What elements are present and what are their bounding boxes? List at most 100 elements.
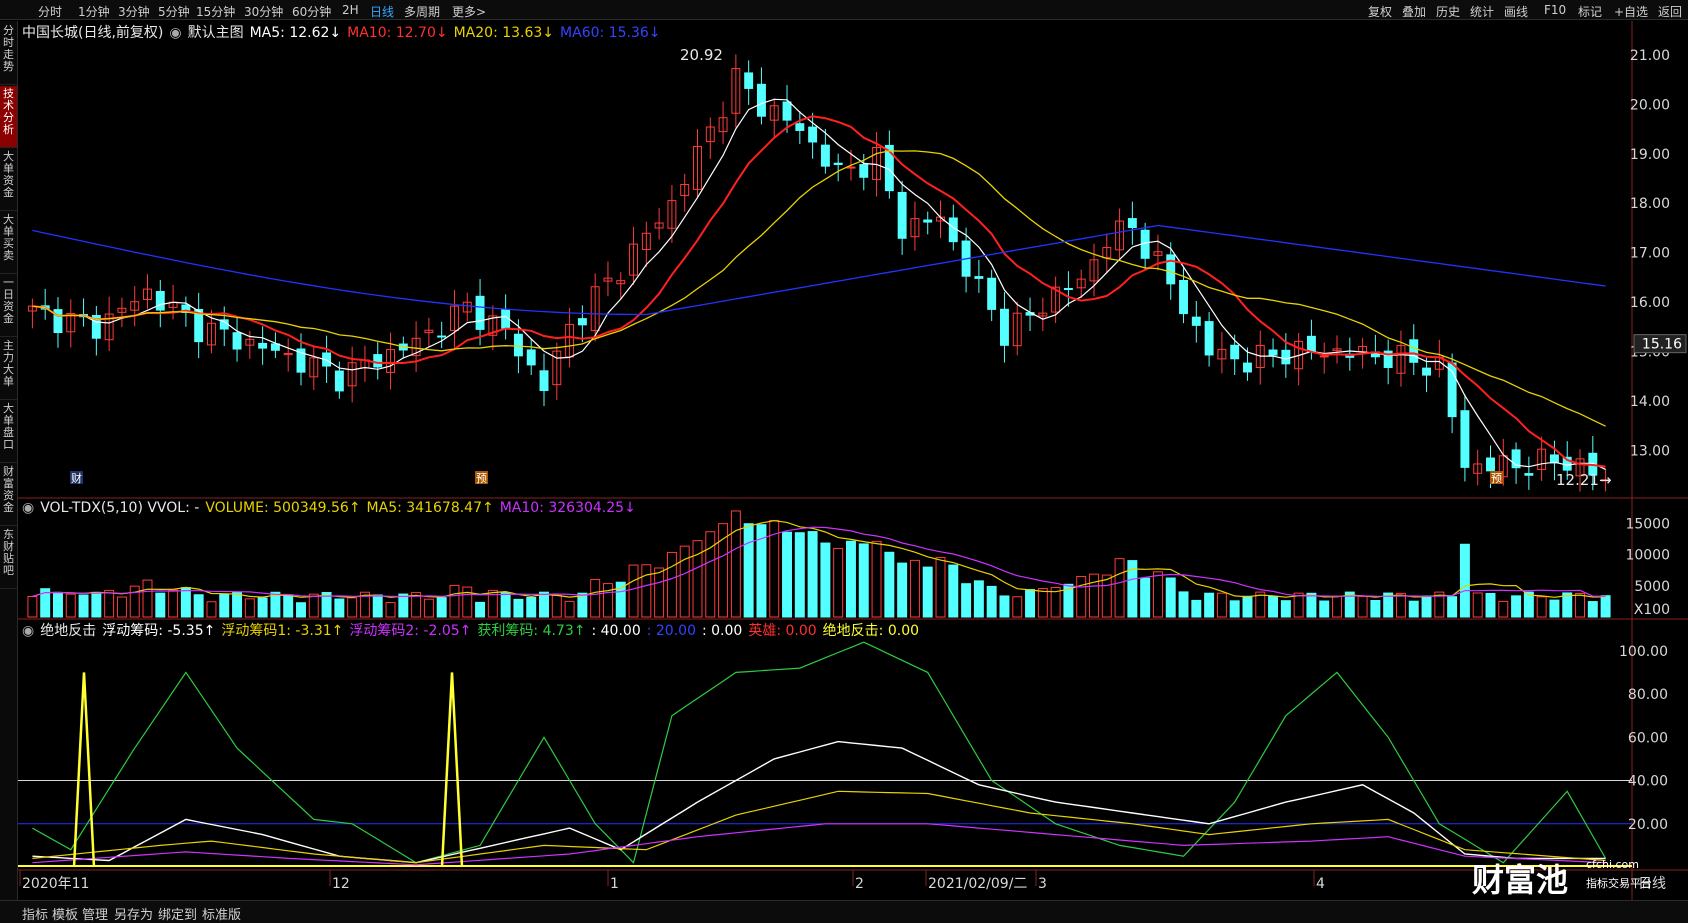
bottom-tab-3[interactable]: 另存为: [114, 904, 153, 923]
volume-bar: [1012, 596, 1023, 618]
volume-bar: [833, 547, 844, 618]
volume-bar: [1536, 596, 1547, 618]
ind-tick-label: 100.00: [1619, 644, 1668, 660]
volume-bar: [539, 591, 549, 618]
volume-bar: [1395, 592, 1406, 618]
price-tick-label: 14.00: [1630, 394, 1670, 410]
candle: [795, 123, 805, 131]
stock-name-label[interactable]: 中国长城(日线,前复权): [22, 25, 163, 41]
candle: [820, 144, 830, 167]
date-axis-label: 2020年11: [22, 876, 89, 892]
volume-bar: [142, 579, 153, 618]
bottom-tab-4[interactable]: 绑定到: [158, 904, 197, 923]
float-chip2-line: [32, 823, 1606, 866]
brand-slogan: 指标交易平台: [1586, 877, 1652, 890]
ma10-label: MA10: 12.70↓: [347, 25, 448, 41]
candle: [1268, 349, 1278, 356]
volume-bar: [935, 557, 946, 618]
vol-settings-icon[interactable]: ◉: [22, 500, 34, 516]
candle: [232, 332, 242, 350]
volume-bar: [1370, 599, 1381, 618]
date-axis-label: 2021/02/09/二: [928, 876, 1027, 892]
volume-bar: [705, 531, 716, 618]
ma5-label: MA5: 12.62↓: [249, 25, 342, 41]
volume-bar: [500, 592, 511, 618]
template-icon[interactable]: ◉: [169, 25, 181, 41]
volume-bar: [1587, 601, 1598, 618]
chart-canvas[interactable]: 21.0020.0019.0018.0017.0016.0015.0014.00…: [0, 0, 1688, 900]
low-price-label: 12.21→: [1556, 471, 1612, 489]
ind-float-label: 浮动筹码: -5.35↑: [102, 623, 216, 639]
ind-tick-label: 60.00: [1628, 730, 1668, 746]
date-axis-label: 3: [1038, 876, 1047, 892]
price-tick-label: 17.00: [1630, 246, 1670, 262]
ind-name-label[interactable]: 绝地反击: [40, 623, 96, 639]
volume-chart-header: ◉ VOL-TDX(5,10) VVOL: - VOLUME: 500349.56↑…: [22, 500, 642, 516]
float-chip-line: [32, 740, 1606, 864]
volume-bar: [1101, 574, 1112, 618]
volume-bar: [602, 583, 613, 618]
ind-20-label: : 20.00: [646, 623, 696, 639]
volume-bar: [1319, 600, 1330, 618]
template-label[interactable]: 默认主图: [188, 25, 244, 41]
volume-bar: [1472, 592, 1483, 618]
vol-ma5-line: [32, 520, 1606, 598]
volume-bar: [1037, 588, 1048, 618]
volume-bar: [1447, 596, 1458, 618]
volume-bar: [871, 540, 882, 618]
volume-bar: [1152, 571, 1163, 618]
volume-bar: [180, 587, 191, 618]
indicator-chart-header: ◉ 绝地反击 浮动筹码: -5.35↑ 浮动筹码1: -3.31↑ 浮动筹码2: -2.…: [22, 620, 925, 640]
candle: [577, 318, 587, 326]
volume-bar: [654, 567, 665, 618]
candle: [782, 101, 792, 121]
volume-bar: [1332, 595, 1342, 618]
vol-ma10-label: MA10: 326304.25↓: [499, 500, 636, 516]
volume-bar: [909, 559, 920, 618]
candle: [373, 354, 383, 368]
high-price-label: 20.92: [680, 46, 723, 64]
candle: [1319, 355, 1329, 358]
brand-url: cfchi.com: [1586, 858, 1639, 871]
vol-tick-label: 10000: [1625, 548, 1670, 564]
bottom-tab-0[interactable]: 指标: [22, 904, 48, 923]
volume-bar: [1089, 573, 1099, 618]
ma20-label: MA20: 13.63↓: [453, 25, 555, 41]
bottom-tab-1[interactable]: 模板: [52, 904, 78, 923]
volume-bar: [999, 595, 1010, 618]
candle: [974, 276, 984, 279]
price-tick-label: 21.00: [1630, 48, 1670, 64]
volume-bar: [743, 523, 754, 618]
volume-bar: [398, 593, 409, 618]
volume-bar: [884, 551, 895, 618]
volume-bar: [1165, 577, 1176, 618]
candle: [744, 72, 754, 89]
candle: [1409, 339, 1419, 363]
ind-settings-icon[interactable]: ◉: [22, 623, 34, 639]
price-tick-label: 19.00: [1630, 147, 1670, 163]
volume-bar: [1204, 592, 1215, 618]
ind-profit-label: 获利筹码: 4.73↑: [477, 623, 586, 639]
volume-bar: [973, 580, 984, 618]
volume-bar: [206, 601, 217, 618]
candle: [539, 370, 549, 392]
candle: [1486, 457, 1495, 472]
date-axis-label: 1: [610, 876, 619, 892]
candle: [1127, 218, 1137, 229]
bottom-tab-5[interactable]: 标准版: [202, 904, 241, 923]
volume-bar: [104, 589, 115, 618]
volume-bar: [244, 598, 255, 618]
event-marker-label: 预: [476, 472, 487, 485]
vol-title-label[interactable]: VOL-TDX(5,10) VVOL: -: [40, 500, 199, 516]
candle: [999, 308, 1009, 346]
bottom-tab-2[interactable]: 管理: [82, 904, 108, 923]
volume-bar: [1306, 592, 1317, 618]
volume-bar: [372, 594, 383, 618]
candle: [1243, 362, 1252, 373]
volume-bar: [922, 566, 933, 618]
volume-bar: [820, 542, 831, 618]
candle: [1166, 254, 1176, 285]
vol-volume-label: VOLUME: 500349.56↑: [205, 500, 361, 516]
volume-bar: [52, 591, 63, 618]
ind-0-label: : 0.00: [701, 623, 743, 639]
